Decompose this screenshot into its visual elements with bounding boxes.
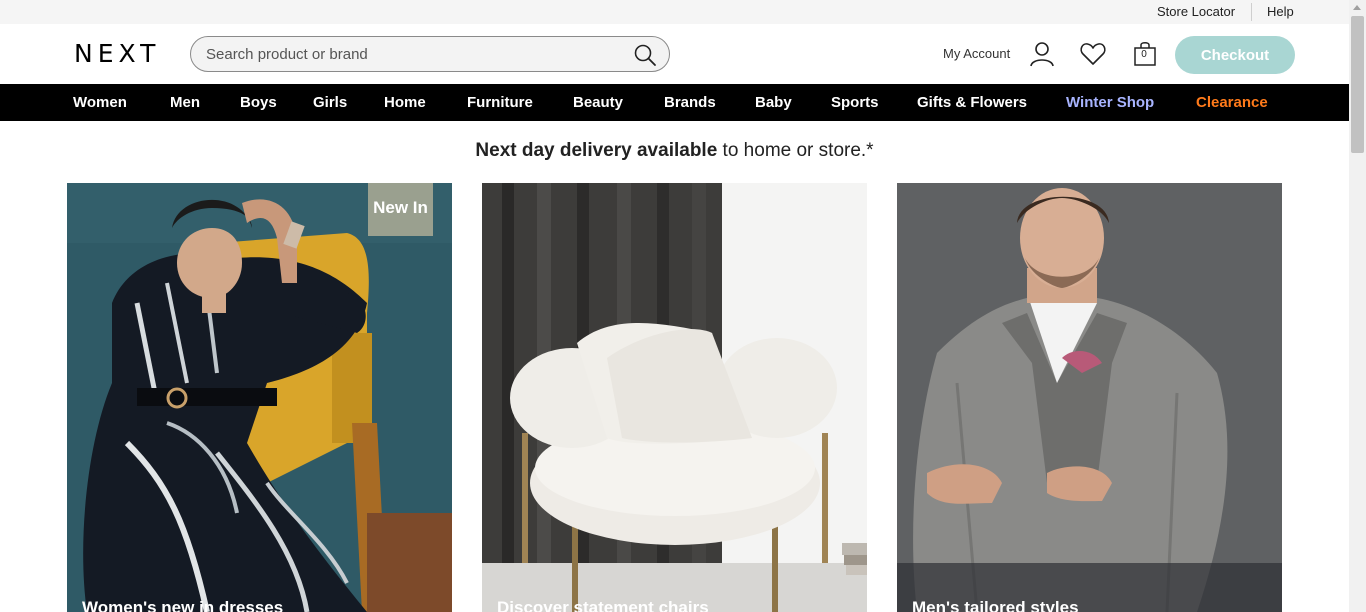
heart-icon[interactable] [1079, 40, 1107, 68]
checkout-button[interactable]: Checkout [1175, 36, 1295, 74]
main-nav: Women Men Boys Girls Home Furniture Beau… [0, 84, 1349, 121]
tile-mens-tailored[interactable]: Men's tailored styles [897, 183, 1282, 612]
womens-dress-image [67, 183, 452, 612]
nav-item-home[interactable]: Home [384, 94, 426, 111]
new-in-badge: New In [368, 183, 433, 236]
help-link[interactable]: Help [1267, 4, 1294, 19]
bag-count: 0 [1141, 49, 1147, 60]
my-account-link[interactable]: My Account [943, 46, 1010, 61]
tile-caption-statement-chairs: Discover statement chairs [497, 598, 709, 612]
scroll-up-arrow-icon[interactable] [1353, 5, 1361, 10]
nav-item-girls[interactable]: Girls [313, 94, 347, 111]
search-input[interactable] [206, 44, 626, 64]
tile-caption-mens-tailored: Men's tailored styles [912, 598, 1079, 612]
nav-item-brands[interactable]: Brands [664, 94, 716, 111]
tile-statement-chairs[interactable]: Discover statement chairs [482, 183, 867, 612]
next-logo[interactable]: NEXT [74, 39, 160, 68]
nav-item-boys[interactable]: Boys [240, 94, 277, 111]
account-icon[interactable] [1028, 40, 1056, 68]
search-bar [190, 36, 670, 72]
nav-item-men[interactable]: Men [170, 94, 200, 111]
nav-item-beauty[interactable]: Beauty [573, 94, 623, 111]
nav-item-furniture[interactable]: Furniture [467, 94, 533, 111]
search-icon[interactable] [633, 43, 657, 67]
nav-item-gifts-flowers[interactable]: Gifts & Flowers [917, 94, 1027, 111]
nav-item-baby[interactable]: Baby [755, 94, 792, 111]
bag-icon[interactable]: 0 [1133, 40, 1161, 68]
site-header: NEXT My Account 0 Checkout [0, 24, 1349, 84]
store-locator-link[interactable]: Store Locator [1157, 4, 1235, 19]
chair-image [482, 183, 867, 612]
utility-divider [1251, 3, 1252, 21]
nav-item-clearance[interactable]: Clearance [1196, 94, 1268, 111]
mens-tailored-image [897, 183, 1282, 612]
nav-item-women[interactable]: Women [73, 94, 127, 111]
nav-item-sports[interactable]: Sports [831, 94, 879, 111]
scroll-thumb[interactable] [1351, 16, 1364, 153]
tile-womens-dresses[interactable]: New In Women's new in dresses [67, 183, 452, 612]
tile-caption-womens-dresses: Women's new in dresses [82, 598, 284, 612]
utility-bar: Store Locator Help [0, 0, 1349, 24]
promo-rest-text: to home or store.* [717, 140, 874, 161]
nav-item-winter-shop[interactable]: Winter Shop [1066, 94, 1154, 111]
delivery-promo[interactable]: Next day delivery available to home or s… [0, 140, 1349, 162]
promo-bold-text: Next day delivery available [475, 140, 718, 161]
page-scrollbar[interactable] [1349, 0, 1366, 612]
